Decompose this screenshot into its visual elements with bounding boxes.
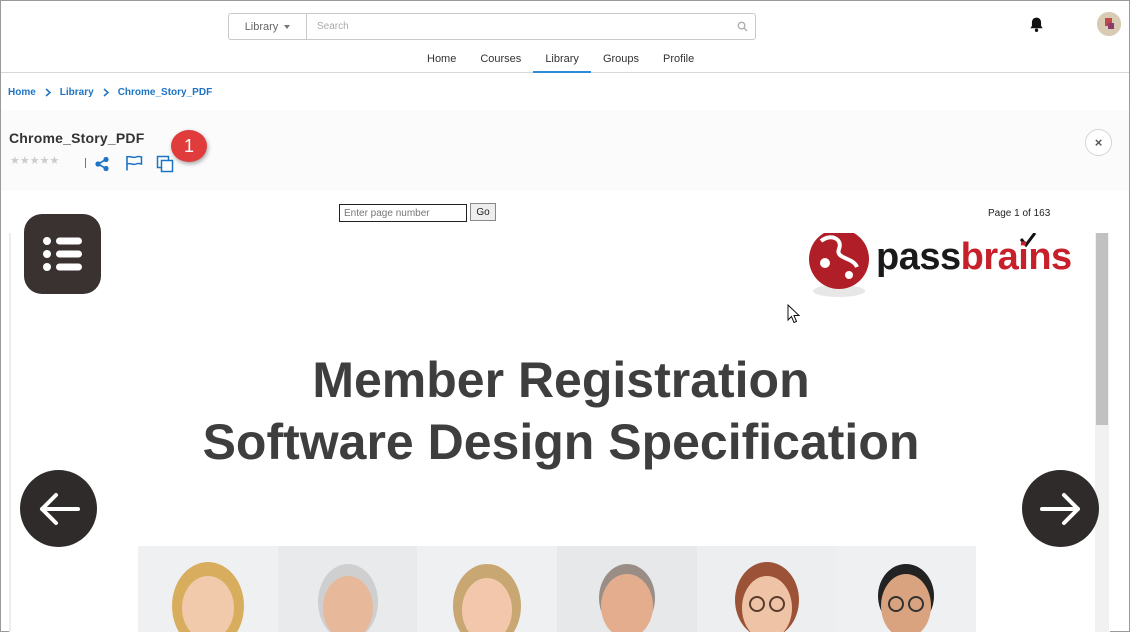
person-photo (277, 546, 418, 632)
nav-tab-groups[interactable]: Groups (591, 45, 651, 73)
chevron-right-icon (103, 88, 109, 97)
document-header: Chrome_Story_PDF ★★★★★ (1, 110, 1129, 191)
search-scope-label: Library (244, 20, 279, 33)
person-photo (836, 546, 977, 632)
arrow-right-icon (1039, 492, 1080, 525)
nav-tab-profile[interactable]: Profile (651, 45, 706, 73)
breadcrumb-home[interactable]: Home (8, 87, 36, 98)
scrollbar-thumb[interactable] (1096, 233, 1108, 425)
person-photo (417, 546, 558, 632)
flag-icon[interactable] (125, 155, 143, 171)
chevron-down-icon (284, 24, 291, 29)
breadcrumb-library[interactable]: Library (60, 87, 94, 98)
breadcrumb-current[interactable]: Chrome_Story_PDF (118, 87, 212, 98)
chevron-right-icon (45, 88, 51, 97)
pdf-viewer: Go Page 1 of 163 passbrains Member Regis… (9, 191, 1110, 632)
search-bar: Library (228, 13, 756, 40)
star-rating[interactable]: ★★★★★ (10, 156, 59, 167)
close-button[interactable]: × (1085, 129, 1112, 156)
menu-list-icon (43, 237, 82, 271)
nav-tab-courses[interactable]: Courses (468, 45, 533, 73)
breadcrumb: Home Library Chrome_Story_PDF (8, 87, 212, 98)
menu-button[interactable] (24, 214, 101, 294)
search-icon[interactable] (737, 21, 748, 32)
person-photo (557, 546, 697, 632)
divider (85, 158, 86, 168)
next-page-button[interactable] (1022, 470, 1099, 547)
close-icon: × (1094, 135, 1103, 150)
slide-title-line-1: Member Registration (312, 352, 810, 408)
rating-stars[interactable]: ★★★★★ (10, 156, 59, 167)
top-header: Library Home Courses Library Groups Prof… (1, 1, 1129, 73)
avatar[interactable] (1097, 12, 1121, 36)
page-title: Chrome_Story_PDF (9, 130, 145, 146)
logo-text-red: brains (960, 236, 1073, 278)
nav-tab-library[interactable]: Library (533, 45, 591, 73)
previous-page-button[interactable] (20, 470, 97, 547)
logo-text-dark: pass (876, 236, 961, 278)
people-photo-strip (138, 546, 977, 632)
person-photo (138, 546, 278, 632)
arrow-left-icon (39, 492, 80, 525)
main-nav: Home Courses Library Groups Profile (415, 45, 706, 73)
logo-text: passbrains (876, 236, 1072, 279)
copy-icon[interactable] (156, 155, 174, 173)
mouse-cursor-icon (787, 304, 800, 324)
avatar-image (1097, 12, 1121, 36)
slide-title-line-2: Software Design Specification (202, 414, 920, 470)
page-indicator: Page 1 of 163 (988, 208, 1051, 219)
pdf-page: passbrains Member Registration Software … (9, 233, 1110, 632)
search-scope-select[interactable]: Library (228, 13, 306, 40)
page-number-input[interactable] (339, 204, 467, 222)
scrollbar[interactable] (1095, 233, 1109, 632)
search-input[interactable] (306, 13, 756, 40)
share-icon[interactable] (94, 156, 110, 172)
go-button[interactable]: Go (470, 203, 496, 221)
bell-icon[interactable] (1028, 16, 1045, 33)
step-badge: 1 (171, 130, 207, 162)
nav-tab-home[interactable]: Home (415, 45, 468, 73)
person-photo (696, 546, 837, 632)
